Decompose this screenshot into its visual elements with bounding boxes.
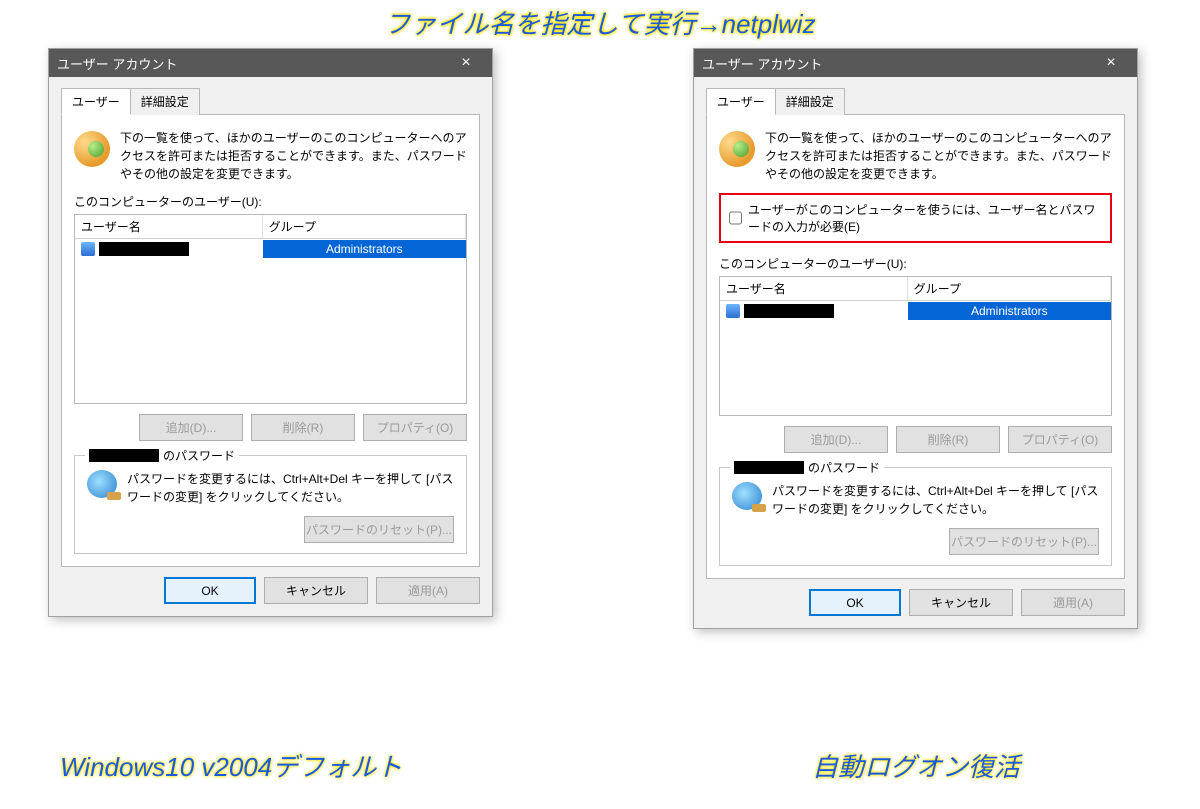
caption-left: Windows10 v2004デフォルト <box>60 747 402 784</box>
user-accounts-window-right: ユーザー アカウント × ユーザー 詳細設定 下の一覧を使って、ほかのユーザーの… <box>693 48 1138 629</box>
require-password-highlight: ユーザーがこのコンピューターを使うには、ユーザー名とパスワードの入力が必要(E) <box>719 193 1112 243</box>
apply-button[interactable]: 適用(A) <box>1021 589 1125 616</box>
tab-strip: ユーザー 詳細設定 <box>61 87 480 115</box>
add-button[interactable]: 追加(D)... <box>139 414 243 441</box>
key-icon <box>87 470 117 498</box>
add-button[interactable]: 追加(D)... <box>784 426 888 453</box>
groupbox-legend: のパスワード <box>730 459 884 476</box>
col-group[interactable]: グループ <box>908 277 1111 300</box>
redacted-username <box>99 242 189 256</box>
password-help-text: パスワードを変更するには、Ctrl+Alt+Del キーを押して [パスワードの… <box>127 470 454 506</box>
user-list-label: このコンピューターのユーザー(U): <box>74 193 467 210</box>
password-groupbox: のパスワード パスワードを変更するには、Ctrl+Alt+Del キーを押して … <box>74 455 467 554</box>
user-row-icon <box>726 304 740 318</box>
tab-advanced[interactable]: 詳細設定 <box>130 88 200 115</box>
ok-button[interactable]: OK <box>809 589 901 616</box>
ok-button[interactable]: OK <box>164 577 256 604</box>
reset-password-button[interactable]: パスワードのリセット(P)... <box>949 528 1099 555</box>
intro-text: 下の一覧を使って、ほかのユーザーのこのコンピューターへのアクセスを許可または拒否… <box>765 129 1112 183</box>
properties-button[interactable]: プロパティ(O) <box>363 414 467 441</box>
window-title: ユーザー アカウント <box>702 54 1093 73</box>
close-icon[interactable]: × <box>448 49 484 77</box>
reset-password-button[interactable]: パスワードのリセット(P)... <box>304 516 454 543</box>
tab-users[interactable]: ユーザー <box>61 88 131 115</box>
col-group[interactable]: グループ <box>263 215 466 238</box>
tab-strip: ユーザー 詳細設定 <box>706 87 1125 115</box>
user-row-icon <box>81 242 95 256</box>
list-header: ユーザー名 グループ <box>720 277 1111 301</box>
redacted-username-legend <box>89 449 159 462</box>
cancel-button[interactable]: キャンセル <box>264 577 368 604</box>
redacted-username <box>744 304 834 318</box>
require-password-label: ユーザーがこのコンピューターを使うには、ユーザー名とパスワードの入力が必要(E) <box>748 201 1102 235</box>
list-header: ユーザー名 グループ <box>75 215 466 239</box>
close-icon[interactable]: × <box>1093 49 1129 77</box>
user-accounts-window-left: ユーザー アカウント × ユーザー 詳細設定 下の一覧を使って、ほかのユーザーの… <box>48 48 493 617</box>
users-icon <box>74 131 110 167</box>
remove-button[interactable]: 削除(R) <box>251 414 355 441</box>
users-icon <box>719 131 755 167</box>
properties-button[interactable]: プロパティ(O) <box>1008 426 1112 453</box>
password-help-text: パスワードを変更するには、Ctrl+Alt+Del キーを押して [パスワードの… <box>772 482 1099 518</box>
tab-advanced[interactable]: 詳細設定 <box>775 88 845 115</box>
password-groupbox: のパスワード パスワードを変更するには、Ctrl+Alt+Del キーを押して … <box>719 467 1112 566</box>
col-username[interactable]: ユーザー名 <box>720 277 908 300</box>
col-username[interactable]: ユーザー名 <box>75 215 263 238</box>
window-title: ユーザー アカウント <box>57 54 448 73</box>
cancel-button[interactable]: キャンセル <box>909 589 1013 616</box>
user-list-label: このコンピューターのユーザー(U): <box>719 255 1112 272</box>
caption-right: 自動ログオン復活 <box>812 747 1020 784</box>
user-listview[interactable]: ユーザー名 グループ Administrators <box>719 276 1112 416</box>
row-group: Administrators <box>908 302 1111 320</box>
apply-button[interactable]: 適用(A) <box>376 577 480 604</box>
titlebar[interactable]: ユーザー アカウント × <box>694 49 1137 77</box>
redacted-username-legend <box>734 461 804 474</box>
top-annotation: ファイル名を指定して実行→netplwiz <box>384 4 815 41</box>
list-row[interactable]: Administrators <box>75 239 466 259</box>
row-group: Administrators <box>263 240 466 258</box>
require-password-checkbox[interactable] <box>729 211 742 225</box>
remove-button[interactable]: 削除(R) <box>896 426 1000 453</box>
groupbox-legend: のパスワード <box>85 447 239 464</box>
tab-users[interactable]: ユーザー <box>706 88 776 115</box>
intro-text: 下の一覧を使って、ほかのユーザーのこのコンピューターへのアクセスを許可または拒否… <box>120 129 467 183</box>
key-icon <box>732 482 762 510</box>
list-row[interactable]: Administrators <box>720 301 1111 321</box>
user-listview[interactable]: ユーザー名 グループ Administrators <box>74 214 467 404</box>
titlebar[interactable]: ユーザー アカウント × <box>49 49 492 77</box>
